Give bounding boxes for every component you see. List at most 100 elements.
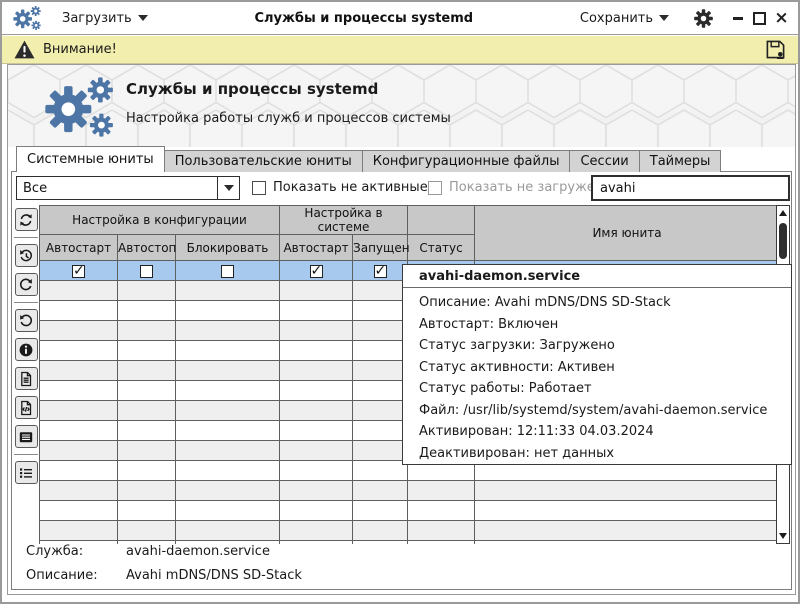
search-input[interactable] [591, 175, 790, 201]
empty-cell [353, 421, 408, 441]
checkbox-icon [252, 181, 266, 195]
empty-cell [118, 301, 176, 321]
column-header-autostart-cfg[interactable]: Автостарт [40, 235, 118, 261]
column-header-autostart-sys[interactable]: Автостарт [280, 235, 353, 261]
maximize-button[interactable] [753, 12, 766, 25]
description-value: Avahi mDNS/DNS SD-Stack [126, 568, 302, 583]
arrow-up-icon [779, 210, 787, 216]
empty-cell [475, 501, 780, 521]
empty-cell [353, 321, 408, 341]
unit-filter-dropdown[interactable]: Все [16, 176, 240, 200]
checkbox-icon[interactable] [374, 265, 387, 278]
empty-cell [118, 381, 176, 401]
group-header-config[interactable]: Настройка в конфигурации [40, 206, 280, 235]
running-cell [353, 261, 408, 281]
empty-cell [353, 501, 408, 521]
redo-button[interactable] [15, 273, 38, 296]
header-banner: Службы и процессы systemd Настройка рабо… [8, 65, 795, 147]
empty-cell [353, 281, 408, 301]
tab-config-files[interactable]: Конфигурационные файлы [363, 150, 571, 172]
group-header-system[interactable]: Настройка в системе [280, 206, 408, 235]
undo-button[interactable] [15, 309, 38, 332]
minimize-button[interactable] [731, 12, 744, 25]
service-label: Служба: [26, 544, 126, 559]
empty-cell [176, 421, 280, 441]
table-row-empty[interactable] [40, 501, 780, 521]
tooltip-line: Деактивирован: нет данных [419, 443, 791, 465]
file-button[interactable] [15, 367, 38, 390]
checkbox-icon[interactable] [310, 265, 323, 278]
app-window: Загрузить Службы и процессы systemd Сохр… [0, 0, 800, 604]
scroll-down-button[interactable] [777, 529, 789, 543]
empty-cell [353, 341, 408, 361]
arrow-down-icon [779, 533, 787, 539]
show-inactive-checkbox[interactable]: Показать не активные [252, 180, 428, 195]
settings-button[interactable] [691, 6, 715, 30]
checkbox-icon[interactable] [140, 265, 153, 278]
close-button[interactable]: × [775, 12, 788, 25]
empty-cell [118, 481, 176, 501]
footer-info: Служба: avahi-daemon.service Описание: A… [26, 535, 302, 583]
column-header-autostop[interactable]: Автостоп [118, 235, 176, 261]
column-header-unit-name[interactable]: Имя юнита [475, 206, 780, 261]
warning-bar: Внимание! [2, 36, 798, 64]
column-header-block[interactable]: Блокировать [176, 235, 280, 261]
load-button-label: Загрузить [62, 11, 132, 26]
tooltip-line: Статус загрузки: Загружено [419, 335, 791, 357]
empty-cell [353, 401, 408, 421]
empty-cell [353, 461, 408, 481]
empty-cell [118, 421, 176, 441]
empty-cell [118, 341, 176, 361]
tab-bar: Системные юниты Пользовательские юниты К… [16, 147, 721, 172]
empty-cell [353, 481, 408, 501]
redo-icon [18, 277, 34, 293]
empty-cell [40, 481, 118, 501]
column-header-running[interactable]: Запущен [353, 235, 408, 261]
empty-cell [118, 461, 176, 481]
tooltip-line: Автостарт: Включен [419, 314, 791, 336]
scroll-up-button[interactable] [777, 206, 789, 220]
empty-cell [176, 401, 280, 421]
table-row-empty[interactable] [40, 481, 780, 501]
info-button[interactable] [15, 338, 38, 361]
empty-cell [353, 381, 408, 401]
scrollbar-thumb[interactable] [779, 223, 787, 259]
tooltip-line: Файл: /usr/lib/systemd/system/avahi-daem… [419, 400, 791, 422]
list-icon [18, 465, 34, 481]
tab-user-units[interactable]: Пользовательские юниты [165, 150, 363, 172]
tool-column [13, 207, 39, 484]
tooltip-line: Активирован: 12:11:33 04.03.2024 [419, 421, 791, 443]
tab-system-units[interactable]: Системные юниты [16, 146, 165, 172]
details-panel-button[interactable] [15, 425, 38, 448]
save-button[interactable]: Сохранить [572, 7, 677, 30]
banner-subtitle: Настройка работы служб и процессов систе… [126, 111, 451, 126]
chevron-down-icon [224, 185, 234, 191]
list-button[interactable] [15, 461, 38, 484]
empty-cell [280, 481, 353, 501]
separator [14, 302, 38, 303]
column-header-status[interactable]: Статус [408, 235, 475, 261]
checkbox-icon[interactable] [72, 265, 85, 278]
empty-cell [280, 381, 353, 401]
empty-cell [176, 281, 280, 301]
dropdown-arrow-button[interactable] [217, 177, 239, 199]
checkbox-icon[interactable] [221, 265, 234, 278]
empty-cell [353, 541, 408, 545]
empty-cell [40, 381, 118, 401]
gears-logo-icon [30, 75, 128, 139]
empty-cell [40, 421, 118, 441]
history-button[interactable] [15, 244, 38, 267]
floppy-save-icon[interactable] [765, 39, 786, 60]
load-button[interactable]: Загрузить [54, 7, 156, 30]
history-icon [18, 248, 34, 264]
empty-cell [280, 501, 353, 521]
tab-timers[interactable]: Таймеры [640, 150, 722, 172]
refresh-button[interactable] [15, 208, 38, 231]
file-code-button[interactable] [15, 396, 38, 419]
group-header-empty [408, 206, 475, 235]
empty-cell [176, 481, 280, 501]
tab-sessions[interactable]: Сессии [570, 150, 639, 172]
service-value: avahi-daemon.service [126, 544, 270, 559]
empty-cell [280, 361, 353, 381]
empty-cell [40, 361, 118, 381]
